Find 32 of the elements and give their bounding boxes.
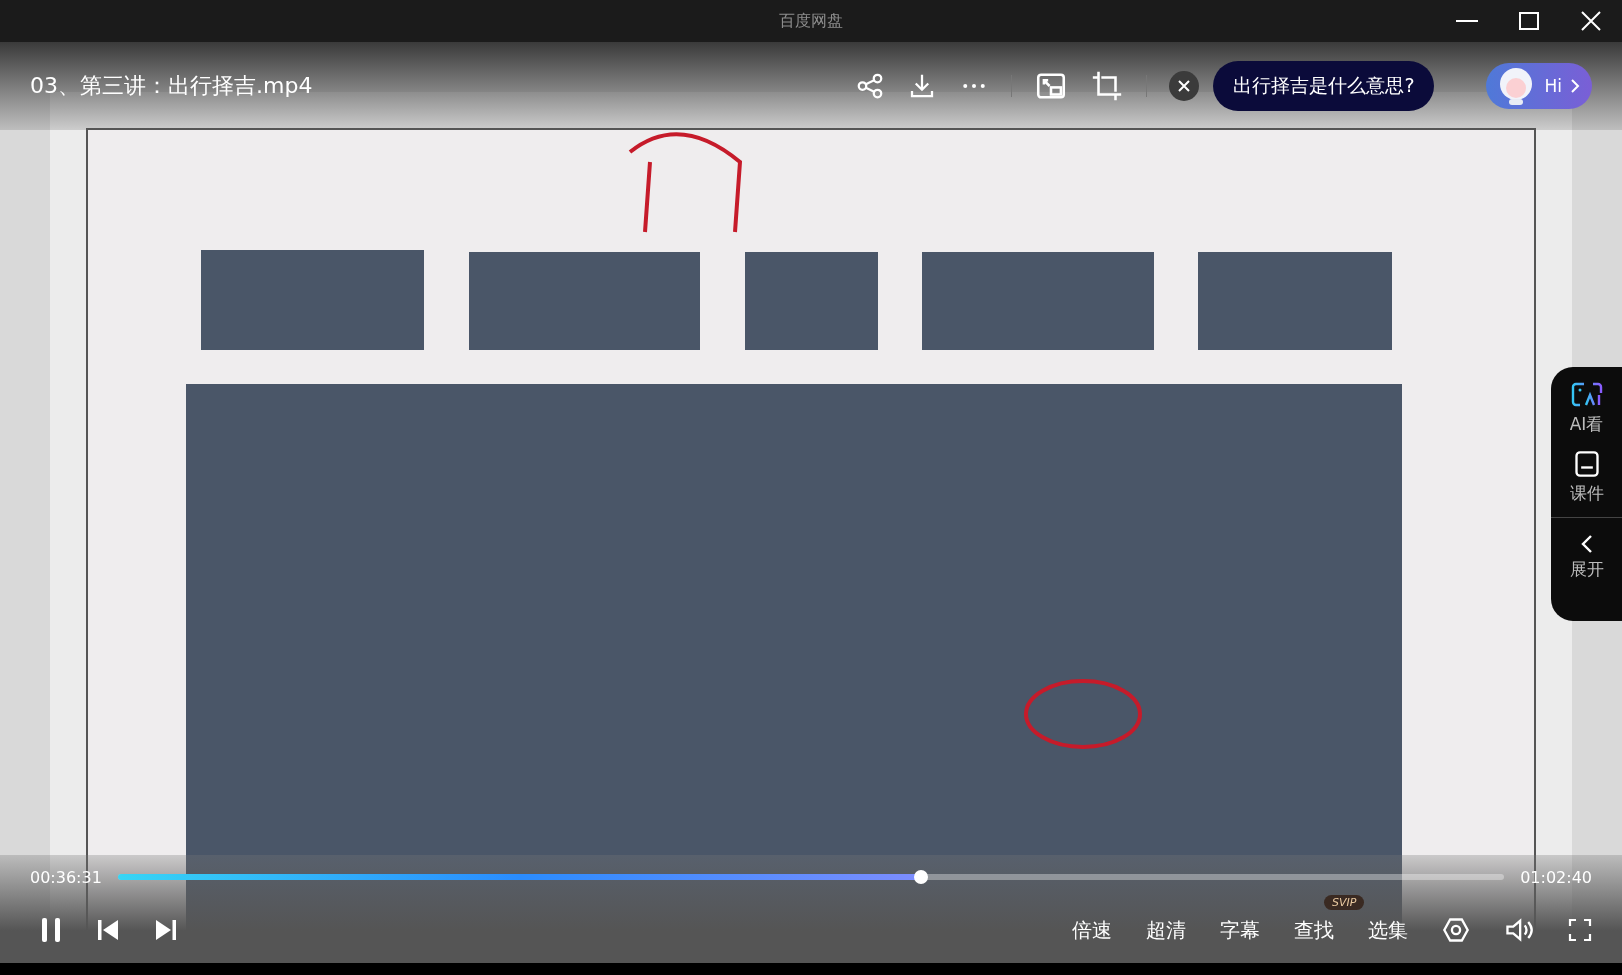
hexagon-icon [1442, 916, 1470, 944]
chevron-left-icon [1579, 534, 1594, 554]
player-option[interactable]: 选集 [1368, 916, 1408, 944]
volume-icon [1504, 916, 1534, 944]
side-panel-item[interactable]: 课件 [1551, 436, 1622, 505]
document-icon [1572, 450, 1601, 478]
previous-button[interactable] [96, 918, 120, 942]
video-title: 03、第三讲：出行择吉.mp4 [30, 72, 314, 100]
skip-back-icon [96, 918, 120, 942]
pause-button[interactable] [40, 917, 62, 943]
player-option[interactable]: 倍速 [1072, 916, 1112, 944]
close-icon [1178, 80, 1191, 92]
fullscreen-button[interactable] [1568, 918, 1592, 942]
fullscreen-icon [1568, 918, 1592, 942]
assistant-button[interactable]: Hi [1486, 63, 1592, 109]
ai-question-chip[interactable]: 出行择吉是什么意思? [1213, 61, 1435, 111]
player-option[interactable]: 超清 [1146, 916, 1186, 944]
player-option[interactable]: 字幕 [1220, 916, 1260, 944]
display-settings-button[interactable] [1442, 916, 1470, 944]
chevron-right-icon [1570, 79, 1580, 93]
skip-forward-icon [154, 918, 178, 942]
maximize-icon [1518, 10, 1540, 32]
volume-button[interactable] [1504, 916, 1534, 944]
side-panel-item[interactable]: 展开 [1551, 517, 1622, 581]
player-option[interactable]: 查找 [1294, 916, 1334, 944]
next-button[interactable] [154, 918, 178, 942]
minimize-icon [1456, 20, 1478, 22]
pause-icon [40, 917, 62, 943]
window-title: 百度网盘 [779, 10, 843, 32]
close-icon [1580, 10, 1602, 32]
side-panel-item[interactable]: AI看 [1551, 367, 1622, 436]
ai-camera-icon [1570, 381, 1603, 409]
